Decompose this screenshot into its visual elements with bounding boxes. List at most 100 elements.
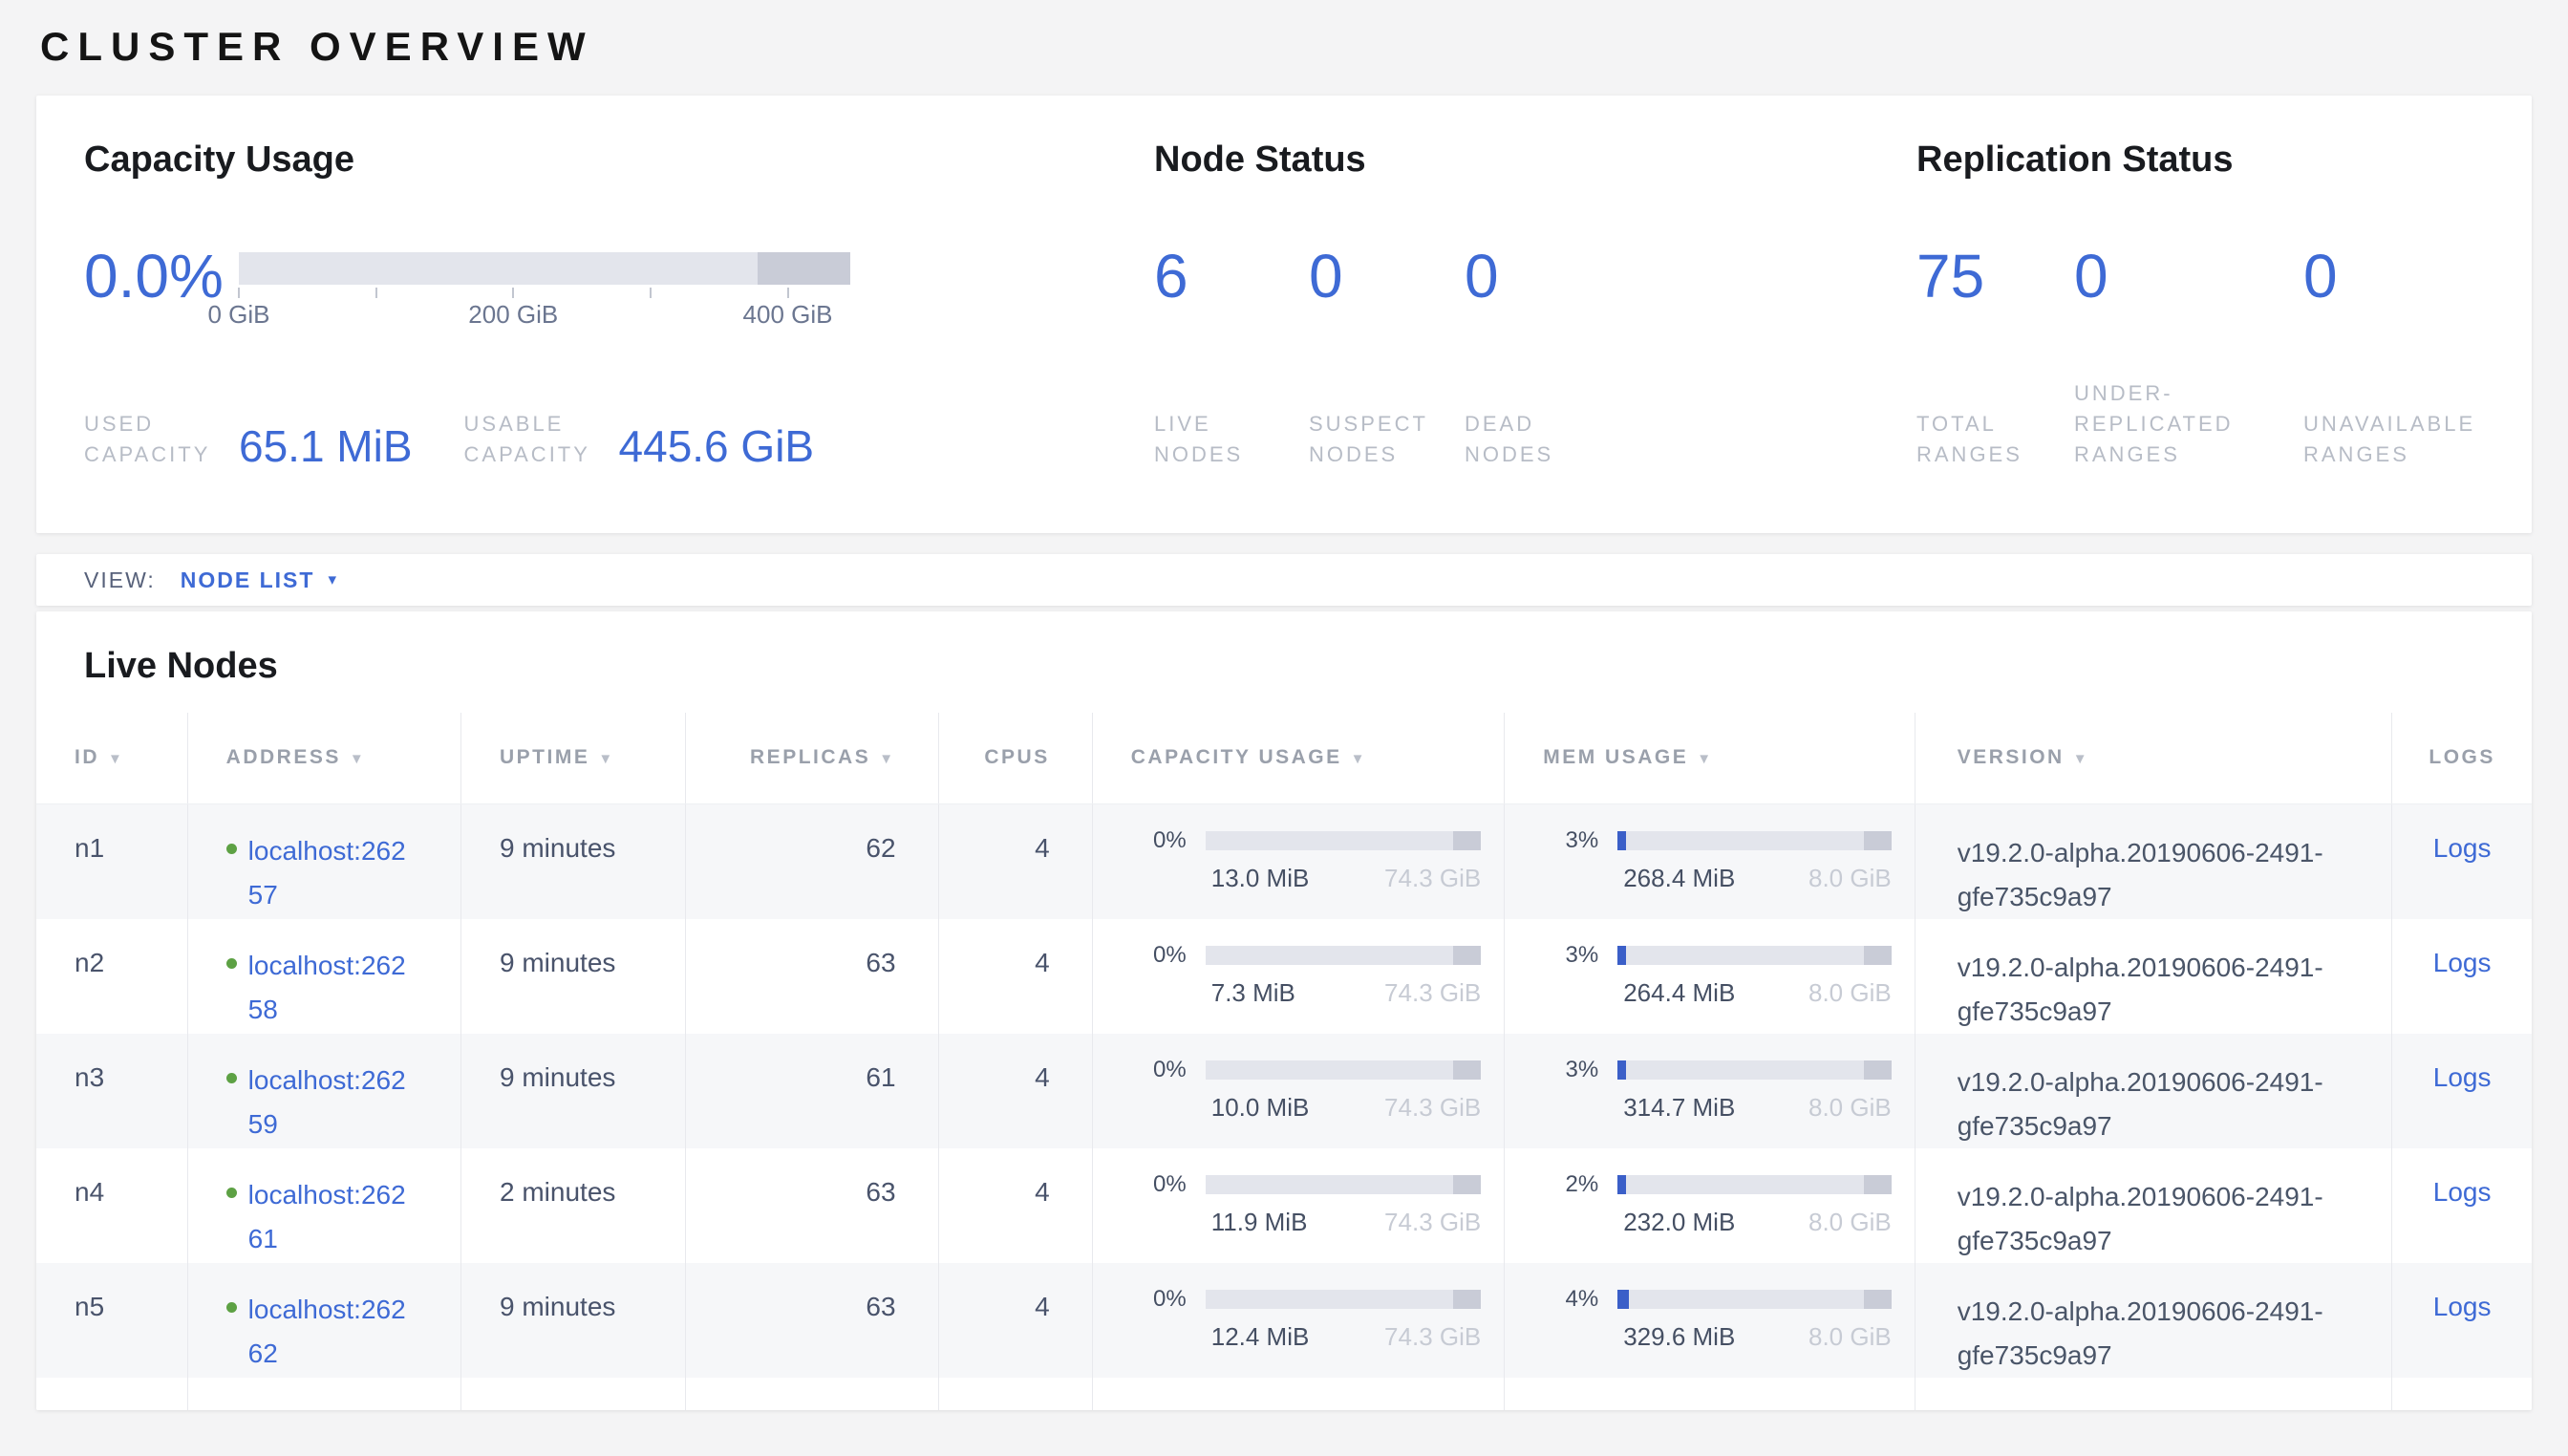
replication-stat: 75TOTAL RANGES (1916, 241, 2036, 470)
mem-meter-fill (1617, 831, 1626, 850)
mem-meter-values: 314.7 MiB 8.0 GiB (1617, 1093, 1891, 1123)
node-status-stat-label: LIVE NODES (1154, 409, 1280, 470)
logs-link[interactable]: Logs (2433, 1292, 2492, 1321)
replication-stat: 0UNAVAILABLE RANGES (2303, 241, 2494, 470)
mem-meter-track (1617, 1060, 1891, 1080)
capacity-meter-bar-row: 0% (1131, 1057, 1481, 1083)
column-header-label[interactable]: CAPACITY USAGE (1131, 746, 1342, 768)
table-row: n1localhost:262579 minutes6240%13.0 MiB7… (36, 803, 2532, 919)
capacity-percent: 0% (1131, 827, 1206, 854)
mem-meter-track (1617, 946, 1891, 965)
mem-meter-other-segment (1864, 1290, 1892, 1309)
mem-meter: 3%268.4 MiB8.0 GiB (1543, 827, 1891, 893)
sort-arrow-icon[interactable]: ▼ (879, 751, 895, 767)
capacity-used-value: 12.4 MiB (1206, 1322, 1310, 1352)
capacity-percent: 0% (1131, 942, 1206, 969)
sort-arrow-icon[interactable]: ▼ (108, 751, 124, 767)
cell-version: v19.2.0-alpha.20190606-2491-gfe735c9a97 (1915, 803, 2392, 919)
address-link[interactable]: localhost:26261 (248, 1173, 413, 1261)
address-link[interactable]: localhost:26257 (248, 829, 413, 917)
table-row: n2localhost:262589 minutes6340%7.3 MiB74… (36, 919, 2532, 1034)
column-header-label[interactable]: MEM USAGE (1543, 746, 1688, 768)
column-header-label[interactable]: VERSION (1958, 746, 2065, 768)
cell-logs: Logs (2392, 919, 2532, 1034)
live-nodes-card: Live Nodes ID▼ADDRESS▼UPTIME▼REPLICAS▼CP… (36, 611, 2532, 1410)
axis-tick-label: 0 GiB (207, 300, 269, 330)
cell-version: v19.2.0-alpha.20190606-2491-gfe735c9a97 (1915, 1263, 2392, 1378)
sort-arrow-icon[interactable]: ▼ (598, 751, 614, 767)
logs-link[interactable]: Logs (2433, 833, 2492, 863)
column-header-label[interactable]: REPLICAS (750, 746, 870, 768)
mem-total-value: 8.0 GiB (1808, 1093, 1892, 1123)
column-header-label[interactable]: UPTIME (500, 746, 589, 768)
cell-empty (187, 1378, 460, 1410)
axis-tick (238, 288, 240, 298)
cell-mem-usage: 2%232.0 MiB8.0 GiB (1505, 1148, 1915, 1263)
axis-tick (650, 288, 652, 298)
capacity-meter-other-segment (1453, 831, 1481, 850)
column-header-replicas[interactable]: REPLICAS ▼ (686, 713, 938, 803)
node-status-stat: 0SUSPECT NODES (1309, 241, 1436, 470)
column-header-address[interactable]: ADDRESS ▼ (187, 713, 460, 803)
logs-link[interactable]: Logs (2433, 1177, 2492, 1207)
address-link[interactable]: localhost:26259 (248, 1059, 413, 1146)
cell-uptime: 9 minutes (461, 803, 686, 919)
mem-meter-track (1617, 1290, 1891, 1309)
table-row-partial (36, 1378, 2532, 1410)
mem-used-value: 232.0 MiB (1617, 1208, 1735, 1237)
node-status-stat-label: SUSPECT NODES (1309, 409, 1436, 470)
cell-replicas: 63 (686, 1148, 938, 1263)
live-nodes-table: ID▼ADDRESS▼UPTIME▼REPLICAS▼CPUSCAPACITY … (36, 713, 2532, 1410)
capacity-meter-track (1206, 1175, 1481, 1194)
mem-used-value: 314.7 MiB (1617, 1093, 1735, 1123)
cell-uptime: 2 minutes (461, 1148, 686, 1263)
column-header-label[interactable]: ADDRESS (226, 746, 341, 768)
column-header-uptime[interactable]: UPTIME ▼ (461, 713, 686, 803)
address-link[interactable]: localhost:26262 (248, 1288, 413, 1376)
view-selected-option[interactable]: NODE LIST (181, 567, 315, 593)
sort-arrow-icon[interactable]: ▼ (2073, 751, 2089, 767)
cell-logs: Logs (2392, 803, 2532, 919)
address: localhost:26258 (226, 944, 441, 1032)
cell-replicas: 63 (686, 919, 938, 1034)
column-header-id[interactable]: ID ▼ (36, 713, 187, 803)
address-link[interactable]: localhost:26258 (248, 944, 413, 1032)
cell-address: localhost:26261 (187, 1148, 460, 1263)
capacity-meter-other-segment (1453, 1175, 1481, 1194)
replication-stat: 0UNDER-REPLICATED RANGES (2074, 241, 2265, 470)
cell-uptime: 9 minutes (461, 1034, 686, 1148)
cell-capacity-usage: 0%7.3 MiB74.3 GiB (1092, 919, 1504, 1034)
capacity-meter-bar-row: 0% (1131, 1286, 1481, 1313)
node-status-section: Node Status 6LIVE NODES0SUSPECT NODES0DE… (1154, 138, 1916, 533)
logs-link[interactable]: Logs (2433, 948, 2492, 977)
capacity-meter-bar-row: 0% (1131, 942, 1481, 969)
mem-meter-bar-row: 4% (1543, 1286, 1891, 1313)
node-status-title: Node Status (1154, 138, 1916, 182)
sort-arrow-icon[interactable]: ▼ (350, 751, 366, 767)
cell-cpus: 4 (938, 1148, 1092, 1263)
column-header-version[interactable]: VERSION ▼ (1915, 713, 2392, 803)
table-row: n4localhost:262612 minutes6340%11.9 MiB7… (36, 1148, 2532, 1263)
column-header-capacity-usage[interactable]: CAPACITY USAGE ▼ (1092, 713, 1504, 803)
mem-meter-fill (1617, 946, 1626, 965)
node-health-icon (226, 1302, 237, 1313)
mem-percent: 3% (1543, 827, 1617, 854)
column-header-mem-usage[interactable]: MEM USAGE ▼ (1505, 713, 1915, 803)
cell-empty (461, 1378, 686, 1410)
cell-replicas: 61 (686, 1034, 938, 1148)
sort-arrow-icon[interactable]: ▼ (1351, 751, 1367, 767)
used-capacity-label: USED CAPACITY (84, 409, 225, 470)
address: localhost:26262 (226, 1288, 441, 1376)
sort-arrow-icon[interactable]: ▼ (1697, 751, 1713, 767)
cell-version: v19.2.0-alpha.20190606-2491-gfe735c9a97 (1915, 1148, 2392, 1263)
cell-capacity-usage: 0%13.0 MiB74.3 GiB (1092, 803, 1504, 919)
column-header-label[interactable]: ID (75, 746, 99, 768)
cell-node-id: n2 (36, 919, 187, 1034)
mem-meter: 4%329.6 MiB8.0 GiB (1543, 1286, 1891, 1352)
view-selector[interactable]: NODE LIST ▾ (181, 567, 336, 593)
chevron-down-icon[interactable]: ▾ (328, 570, 336, 589)
replication-stat-label: UNAVAILABLE RANGES (2303, 409, 2494, 470)
column-header-label: LOGS (2429, 746, 2495, 768)
cell-mem-usage: 3%314.7 MiB8.0 GiB (1505, 1034, 1915, 1148)
logs-link[interactable]: Logs (2433, 1062, 2492, 1092)
